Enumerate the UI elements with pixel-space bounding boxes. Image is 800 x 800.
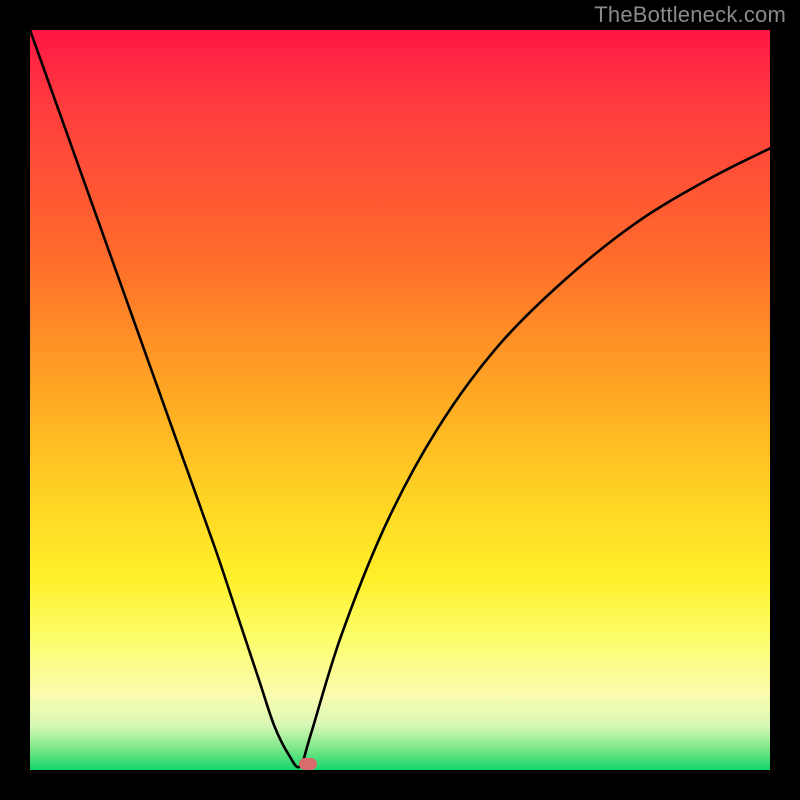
chart-frame: TheBottleneck.com <box>0 0 800 800</box>
plot-area <box>30 30 770 770</box>
marker-dot <box>299 758 317 770</box>
watermark-text: TheBottleneck.com <box>594 2 786 28</box>
bottleneck-curve <box>30 30 770 770</box>
